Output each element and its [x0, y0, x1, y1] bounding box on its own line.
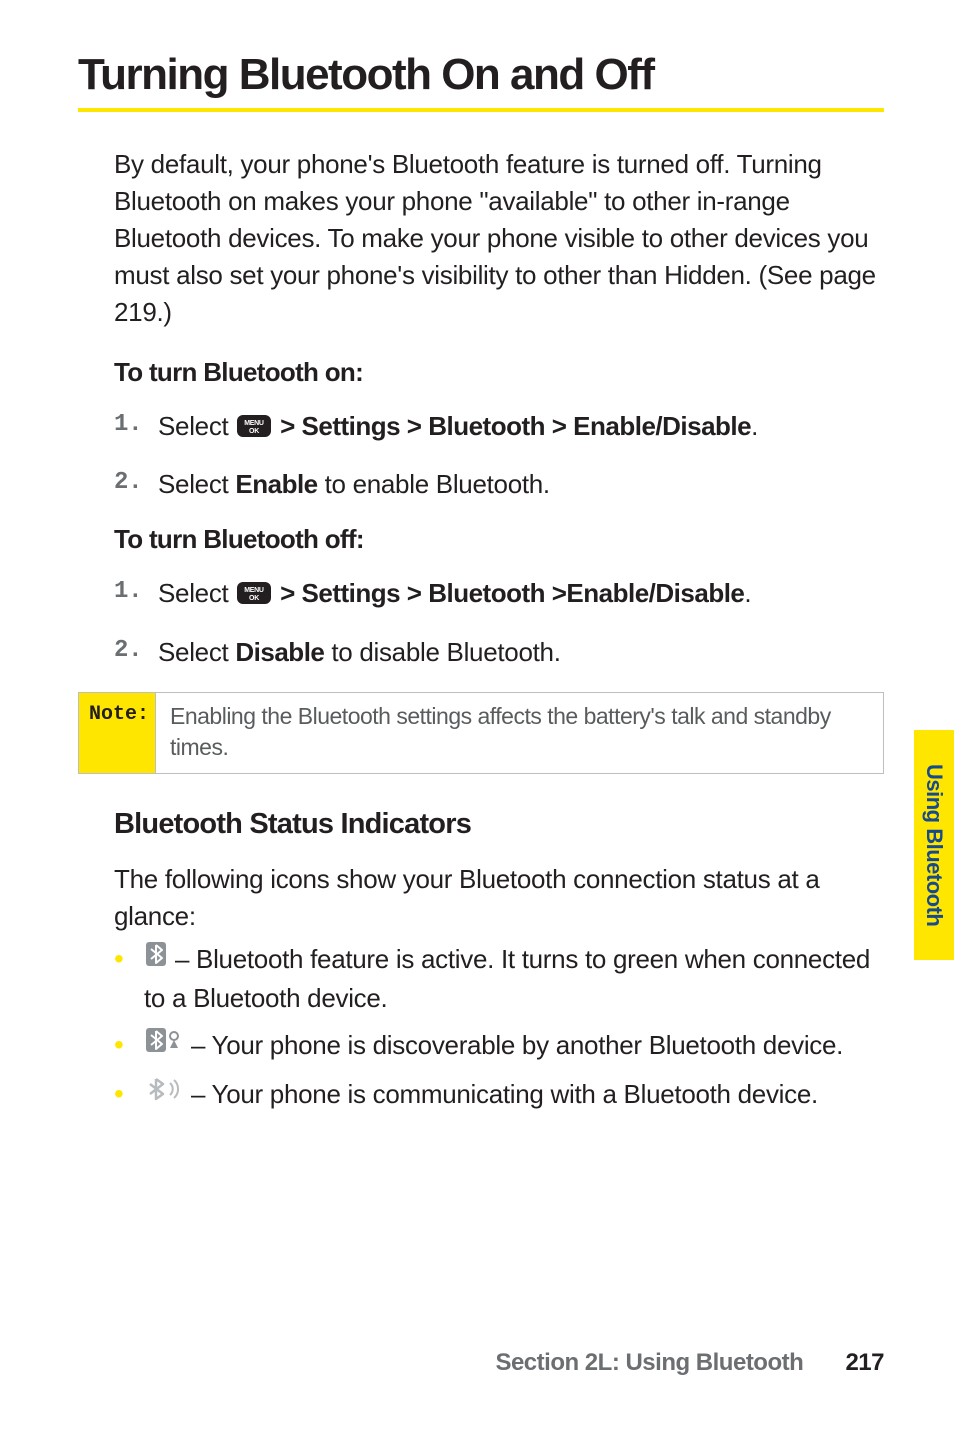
heading-status-indicators: Bluetooth Status Indicators: [114, 808, 884, 841]
step-text: Select: [158, 578, 235, 608]
step-text: Select: [158, 411, 235, 441]
bullet-text: – Your phone is discoverable by another …: [191, 1030, 843, 1060]
step-suffix: .: [751, 411, 758, 441]
intro-paragraph: By default, your phone's Bluetooth featu…: [114, 146, 884, 331]
step-body: Select Enable to enable Bluetooth.: [158, 466, 884, 502]
indicators-intro: The following icons show your Bluetooth …: [114, 861, 884, 935]
indicator-list: • – Bluetooth feature is active. It turn…: [114, 941, 884, 1115]
svg-text:MENU: MENU: [245, 420, 265, 427]
svg-text:OK: OK: [249, 595, 259, 602]
note-body: Enabling the Bluetooth settings affects …: [156, 693, 883, 773]
step-suffix: to disable Bluetooth.: [324, 637, 560, 667]
bullet-body: – Your phone is discoverable by another …: [144, 1027, 884, 1066]
step-body: Select MENUOK > Settings > Bluetooth >En…: [158, 575, 884, 611]
page-title: Turning Bluetooth On and Off: [78, 50, 884, 100]
step-item: 1. Select MENUOK > Settings > Bluetooth …: [114, 575, 884, 611]
svg-text:OK: OK: [249, 428, 259, 435]
step-number: 1.: [114, 575, 158, 609]
side-tab: Using Bluetooth: [914, 730, 954, 960]
bullet-icon: •: [114, 1027, 144, 1063]
steps-turn-on: 1. Select MENUOK > Settings > Bluetooth …: [114, 408, 884, 503]
steps-turn-off: 1. Select MENUOK > Settings > Bluetooth …: [114, 575, 884, 670]
svg-text:MENU: MENU: [245, 587, 265, 594]
list-item: • – Your phone is discoverable by anothe…: [114, 1027, 884, 1066]
step-number: 2.: [114, 634, 158, 668]
footer-section: Section 2L: Using Bluetooth: [495, 1349, 803, 1376]
step-text: Select: [158, 469, 235, 499]
step-path: > Settings > Bluetooth >Enable/Disable: [273, 578, 744, 608]
step-item: 2. Select Disable to disable Bluetooth.: [114, 634, 884, 670]
step-suffix: .: [744, 578, 751, 608]
note-box: Note: Enabling the Bluetooth settings af…: [78, 692, 884, 774]
subhead-turn-off: To turn Bluetooth off:: [114, 524, 884, 555]
step-path: > Settings > Bluetooth > Enable/Disable: [273, 411, 751, 441]
step-body: Select MENUOK > Settings > Bluetooth > E…: [158, 408, 884, 444]
note-label: Note:: [79, 693, 156, 773]
bullet-text: – Your phone is communicating with a Blu…: [191, 1079, 818, 1109]
step-body: Select Disable to disable Bluetooth.: [158, 634, 884, 670]
step-bold: Disable: [235, 637, 324, 667]
bluetooth-communicating-icon: [144, 1075, 184, 1113]
bullet-body: – Bluetooth feature is active. It turns …: [144, 941, 884, 1017]
subhead-turn-on: To turn Bluetooth on:: [114, 357, 884, 388]
side-tab-label: Using Bluetooth: [921, 764, 947, 926]
list-item: • – Your phone is communicating with a B…: [114, 1076, 884, 1115]
bullet-icon: •: [114, 1076, 144, 1112]
step-item: 1. Select MENUOK > Settings > Bluetooth …: [114, 408, 884, 444]
bluetooth-active-icon: [144, 940, 168, 978]
bullet-text: – Bluetooth feature is active. It turns …: [144, 944, 870, 1013]
bullet-body: – Your phone is communicating with a Blu…: [144, 1076, 884, 1115]
step-number: 1.: [114, 408, 158, 442]
page-footer: Section 2L: Using Bluetooth 217: [495, 1349, 884, 1377]
list-item: • – Bluetooth feature is active. It turn…: [114, 941, 884, 1017]
title-underline: [78, 108, 884, 112]
step-item: 2. Select Enable to enable Bluetooth.: [114, 466, 884, 502]
step-text: Select: [158, 637, 235, 667]
page-number: 217: [845, 1349, 884, 1376]
menu-ok-key-icon: MENUOK: [237, 582, 271, 604]
menu-ok-key-icon: MENUOK: [237, 415, 271, 437]
bluetooth-discoverable-icon: [144, 1026, 184, 1064]
bullet-icon: •: [114, 941, 144, 977]
step-suffix: to enable Bluetooth.: [318, 469, 550, 499]
step-number: 2.: [114, 466, 158, 500]
step-bold: Enable: [235, 469, 317, 499]
